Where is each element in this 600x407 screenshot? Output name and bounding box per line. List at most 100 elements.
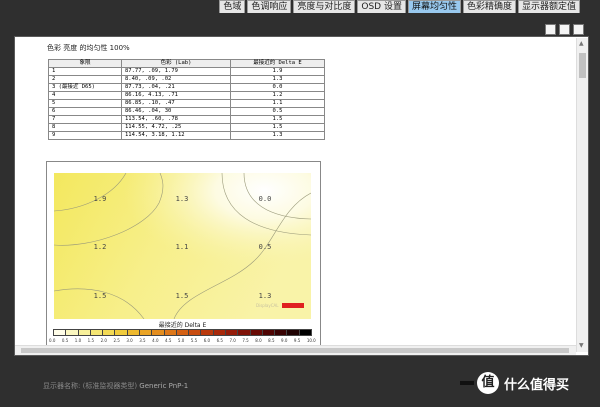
scale-tick: 9.5 — [293, 338, 301, 343]
scale-tick: 5.0 — [177, 338, 185, 343]
quadrant-cell: 6 — [48, 107, 122, 116]
scale-tick: 7.0 — [229, 338, 236, 343]
scroll-up-arrow-icon[interactable]: ▲ — [579, 41, 584, 47]
tab-0[interactable]: 色域 — [219, 0, 246, 13]
cell-value: 0.5 — [259, 243, 272, 251]
scale-title: 最接近的 Delta E — [158, 322, 207, 329]
quadrant-cell: 2 — [48, 75, 122, 84]
tab-bar: 色域 色调响应 亮度与对比度 OSD 设置 屏幕均匀性 色彩精确度 显示器额定值 — [0, 0, 600, 13]
zoom-reset-button[interactable] — [573, 24, 584, 35]
scale-swatch — [115, 330, 128, 335]
scale-tick: 10.0 — [306, 338, 316, 343]
scale-tick: 9.0 — [281, 338, 288, 343]
scale-swatch — [176, 330, 190, 335]
lab-cell: 114.55, 4.72, .25 — [121, 123, 231, 132]
delta-e-cell: 1.2 — [230, 91, 325, 100]
scale-swatch — [66, 330, 79, 335]
table-row: 8 114.55, 4.72, .25 1.5 — [48, 123, 325, 132]
tab-3[interactable]: OSD 设置 — [357, 0, 406, 13]
scale-tick: 3.5 — [139, 338, 146, 343]
display-name-value: Generic PnP-1 — [139, 382, 189, 390]
uniformity-table: 象限 色彩 (Lab) 最接近的 Delta E 1 87.77, .09, 1.… — [48, 59, 325, 140]
lab-cell: 86.46, .04, 30 — [121, 107, 231, 116]
scale-tick: 1.0 — [74, 338, 82, 343]
tab-1[interactable]: 色调响应 — [247, 0, 292, 13]
scale-swatch — [287, 330, 300, 335]
watermark-logo-icon: 值 — [477, 372, 499, 394]
delta-e-cell: 1.9 — [230, 67, 325, 76]
vertical-scrollbar[interactable]: ▲ ▼ — [576, 38, 588, 352]
scale-tick: 1.5 — [87, 338, 95, 343]
cell-value: 0.0 — [259, 195, 272, 203]
quadrant-cell: 8 — [48, 123, 122, 132]
lab-cell: 8.40, .09, .02 — [121, 75, 231, 84]
cell-value: 1.9 — [94, 195, 107, 203]
delta-e-cell: 0.0 — [230, 83, 325, 92]
quadrant-cell: 7 — [48, 115, 122, 124]
scale-tick: 8.0 — [255, 338, 262, 343]
tab-6[interactable]: 显示器额定值 — [517, 0, 580, 13]
marker-bar — [282, 303, 304, 308]
scale-tick: 6.5 — [216, 338, 223, 343]
table-row: 3 (最接近 D65) 87.73, .04, .21 0.0 — [48, 83, 325, 92]
table-row: 7 113.54, .60, .78 1.5 — [48, 115, 325, 124]
scale-swatch — [225, 330, 239, 335]
table-row: 6 86.46, .04, 30 0.5 — [48, 107, 325, 116]
scale-tick: 2.0 — [100, 338, 107, 343]
scale-tick: 6.0 — [203, 338, 211, 343]
delta-e-cell: 1.5 — [230, 123, 325, 132]
scale-swatch — [213, 330, 226, 335]
scale-tick: 4.0 — [152, 338, 159, 343]
delta-e-cell: 0.5 — [230, 107, 325, 116]
report-viewer: 色彩 亮度 的均匀性 100% 象限 色彩 (Lab) 最接近的 Delta E… — [14, 36, 589, 356]
scale-swatch — [262, 330, 276, 335]
delta-e-cell: 1.5 — [230, 115, 325, 124]
delta-e-color-scale — [53, 329, 312, 336]
scale-swatch — [299, 330, 311, 335]
scale-swatch — [250, 330, 263, 335]
table-row: 9 114.54, 3.18, 1.12 1.3 — [48, 131, 325, 140]
scale-swatch — [78, 330, 91, 335]
display-name-footer: 显示器名称: (标准监视器类型) Generic PnP-1 — [43, 381, 188, 391]
watermark-label: DisplayCAL — [256, 303, 279, 308]
scale-tick: 5.5 — [190, 338, 198, 343]
quadrant-cell: 9 — [48, 131, 122, 140]
delta-e-cell: 1.1 — [230, 99, 325, 108]
uniformity-heatmap: 1.9 1.3 0.0 1.2 1.1 0.5 1.5 1.5 1.3 Disp… — [54, 173, 311, 319]
horizontal-scroll-thumb[interactable] — [21, 348, 569, 353]
watermark-text: 什么值得买 — [504, 377, 570, 393]
zoom-in-button[interactable] — [545, 24, 556, 35]
lab-cell: 87.73, .04, .21 — [121, 83, 231, 92]
scale-tick-labels: 0.0 0.5 1.0 1.5 2.0 2.5 3.0 3.5 4.0 4.5 5.0 5.5 6.0 6… — [49, 338, 316, 343]
lab-cell: 86.16, 4.13, .71 — [121, 91, 231, 100]
scroll-down-arrow-icon[interactable]: ▼ — [579, 343, 584, 349]
scale-tick: 0.5 — [61, 338, 69, 343]
tab-5[interactable]: 色彩精确度 — [462, 0, 516, 13]
cell-value: 1.3 — [259, 292, 272, 300]
column-header-quadrant: 象限 — [48, 59, 122, 68]
column-header-lab: 色彩 (Lab) — [121, 59, 231, 68]
lab-cell: 114.54, 3.18, 1.12 — [121, 131, 231, 140]
cell-value: 1.1 — [176, 243, 189, 251]
scale-swatch — [103, 330, 116, 335]
tab-4[interactable]: 屏幕均匀性 — [407, 0, 461, 13]
scale-swatch — [238, 330, 251, 335]
lab-cell: 86.85, .10, .47 — [121, 99, 231, 108]
delta-e-cell: 1.3 — [230, 131, 325, 140]
report-title: 色彩 亮度 的均匀性 100% — [47, 44, 130, 52]
vertical-scroll-thumb[interactable] — [579, 53, 586, 78]
scale-tick: 4.5 — [165, 338, 172, 343]
zoom-out-button[interactable] — [559, 24, 570, 35]
lab-cell: 113.54, .60, .78 — [121, 115, 231, 124]
scale-swatch — [139, 330, 153, 335]
tab-2[interactable]: 亮度与对比度 — [293, 0, 356, 13]
scale-tick: 7.5 — [242, 338, 249, 343]
quadrant-cell: 1 — [48, 67, 122, 76]
scale-swatch — [54, 330, 67, 335]
horizontal-scrollbar[interactable] — [15, 345, 576, 355]
site-watermark: 值 什么值得买 — [460, 372, 569, 394]
cell-value: 1.5 — [94, 292, 107, 300]
scale-swatch — [90, 330, 104, 335]
table-row: 4 86.16, 4.13, .71 1.2 — [48, 91, 325, 100]
display-name-label: 显示器名称: (标准监视器类型) — [43, 382, 138, 390]
